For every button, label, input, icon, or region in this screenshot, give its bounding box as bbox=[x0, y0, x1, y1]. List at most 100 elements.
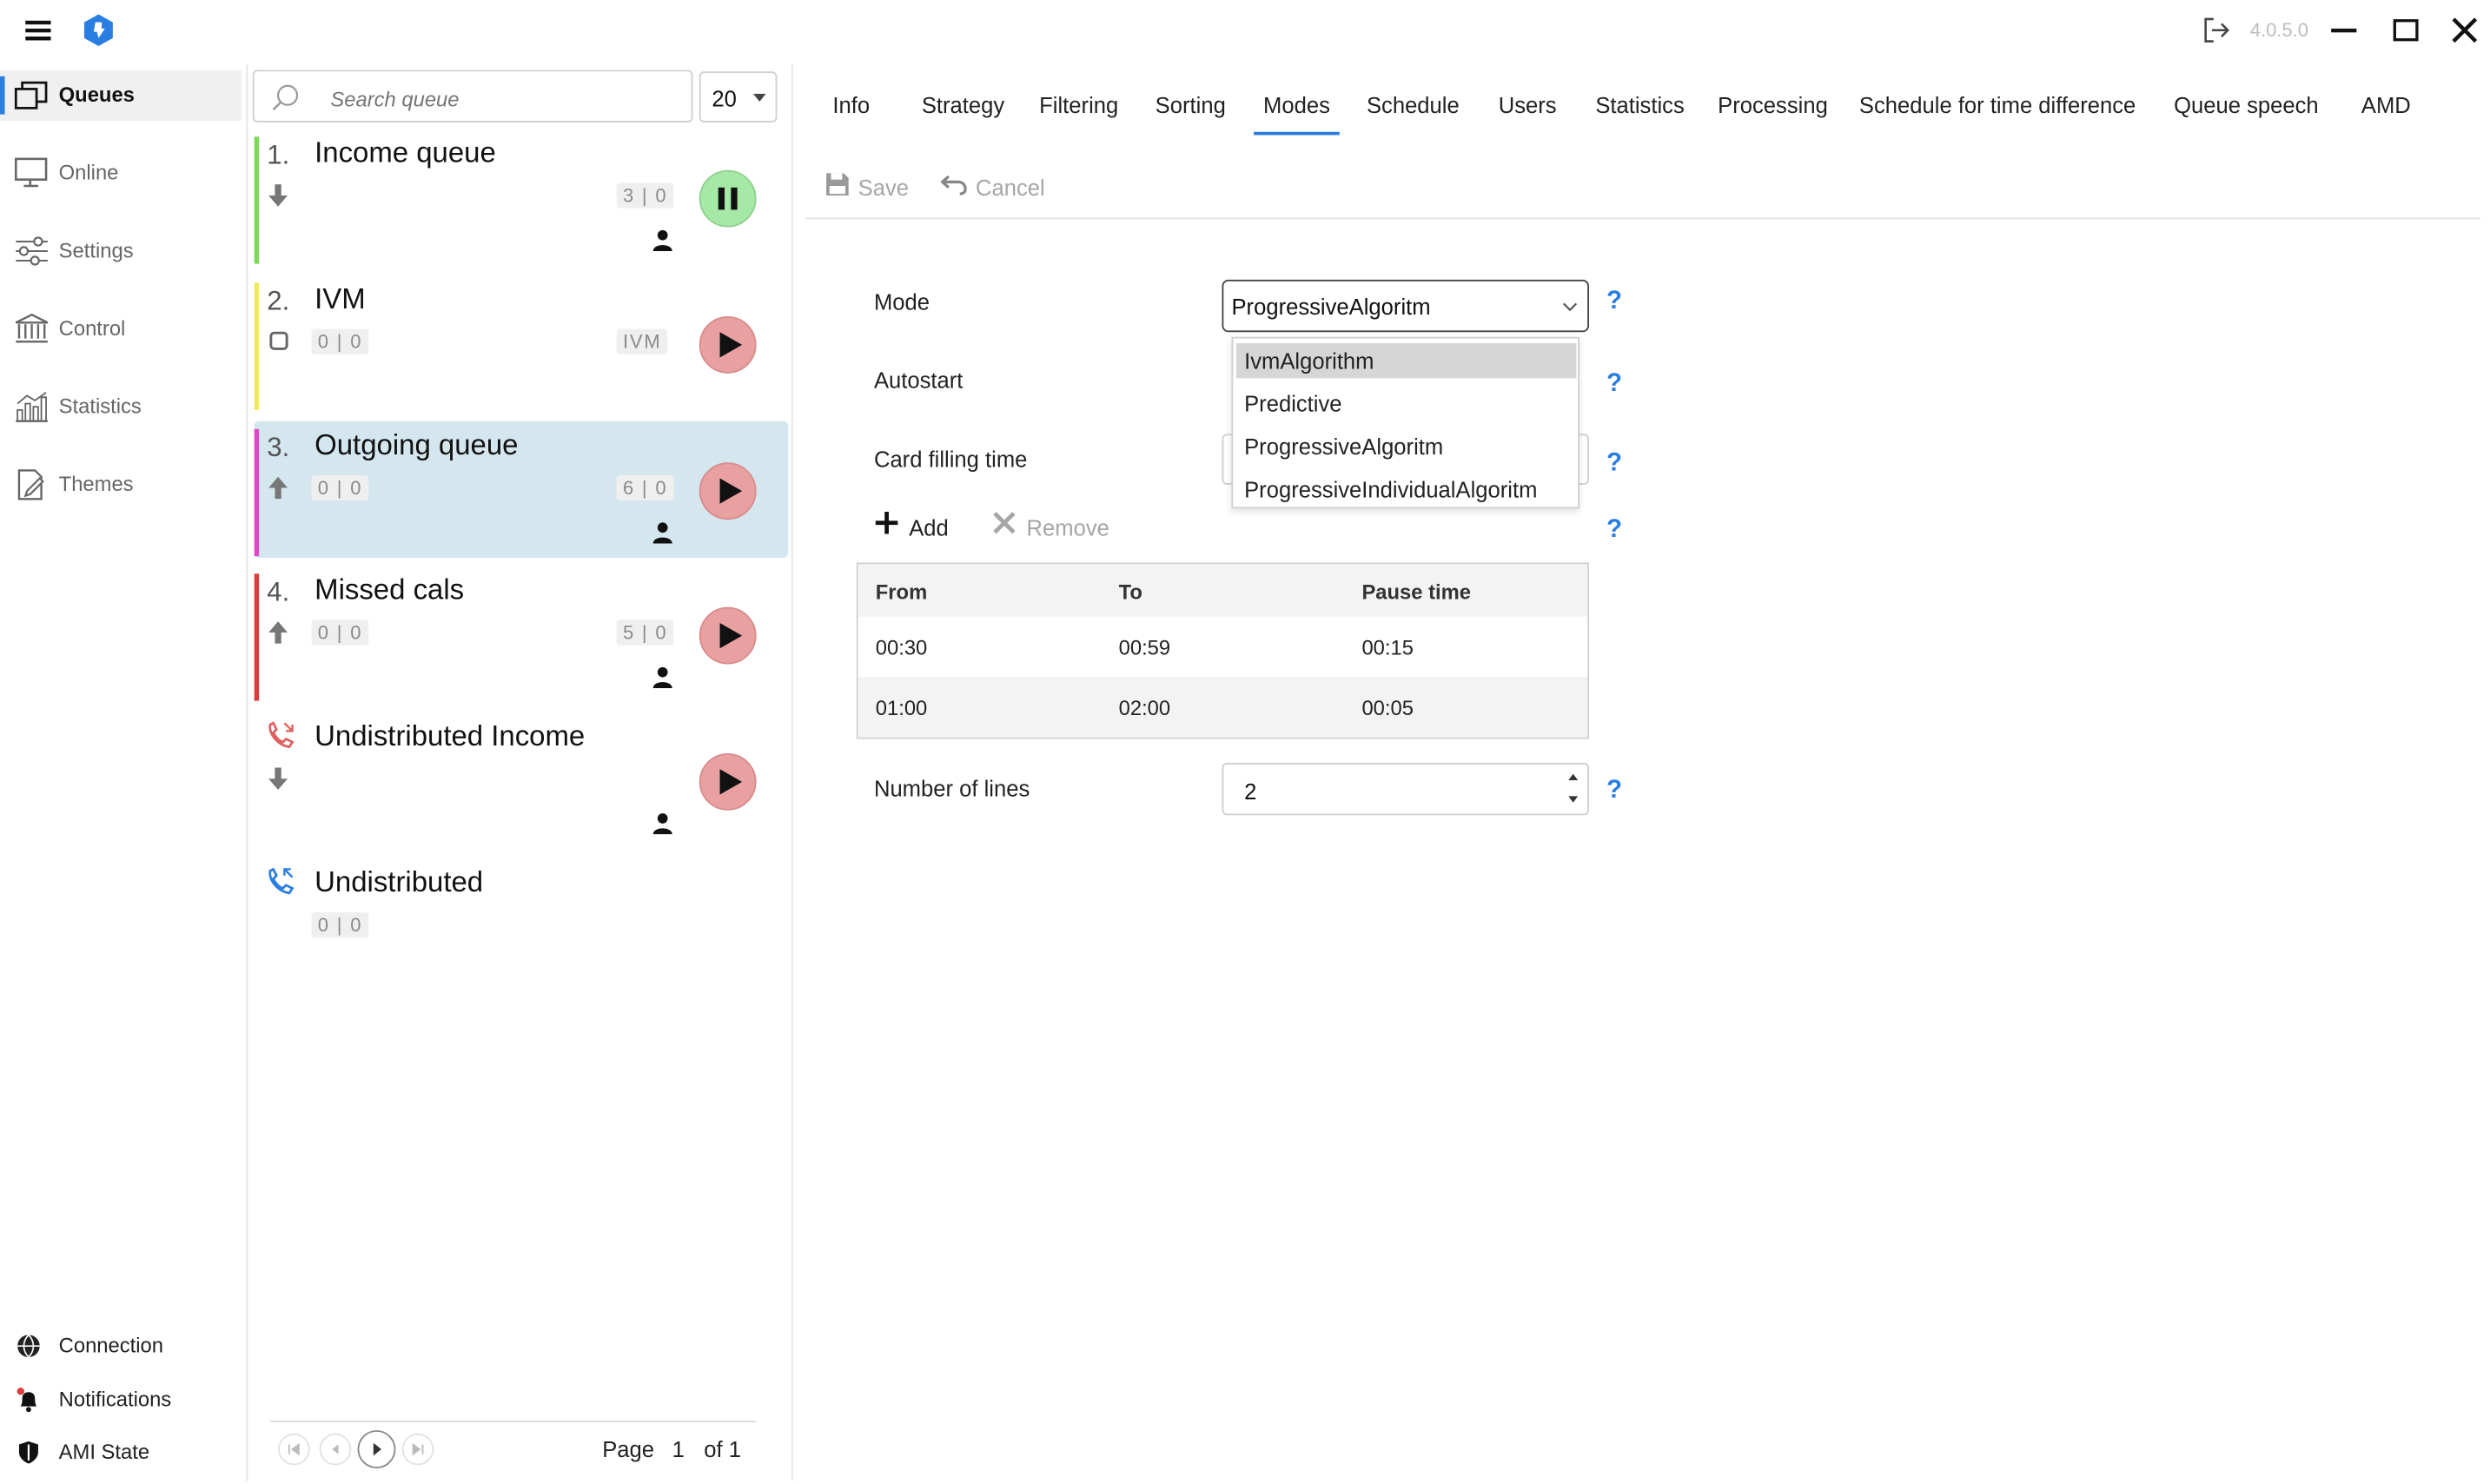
queue-right-count: 6 | 0 bbox=[616, 474, 674, 501]
autostart-help-icon[interactable]: ? bbox=[1606, 370, 1622, 399]
save-button[interactable]: Save bbox=[823, 170, 918, 202]
tab-info[interactable]: Info bbox=[832, 92, 870, 117]
tab-sorting[interactable]: Sorting bbox=[1156, 92, 1226, 117]
mode-select[interactable]: ProgressiveAlgoritm bbox=[1222, 279, 1589, 333]
cancel-button[interactable]: Cancel bbox=[940, 170, 1052, 202]
remove-button[interactable]: Remove bbox=[991, 508, 1112, 543]
remove-label: Remove bbox=[1026, 514, 1109, 540]
queue-item-undistributed-income[interactable]: Undistributed Income bbox=[255, 720, 789, 857]
notifications[interactable]: Notifications bbox=[0, 1381, 242, 1419]
ami-state[interactable]: AMI State bbox=[0, 1434, 242, 1472]
tab-statistics[interactable]: Statistics bbox=[1595, 92, 1684, 117]
mode-dropdown-list: IvmAlgorithm Predictive ProgressiveAlgor… bbox=[1231, 336, 1580, 509]
queue-item-undistributed[interactable]: Undistributed 0 | 0 bbox=[255, 866, 789, 1003]
queue-item-outgoing[interactable]: 3. Outgoing queue 0 | 0 6 | 0 bbox=[254, 421, 789, 558]
menu-icon[interactable] bbox=[23, 16, 55, 44]
queue-number: 3. bbox=[267, 432, 290, 463]
header-pause-time[interactable]: Pause time bbox=[1361, 580, 1471, 604]
cell-from: 00:30 bbox=[875, 635, 928, 660]
plus-icon bbox=[875, 511, 898, 534]
table-row[interactable]: 00:30 00:59 00:15 bbox=[858, 616, 1588, 678]
close-icon[interactable] bbox=[2448, 14, 2480, 46]
header-from[interactable]: From bbox=[876, 580, 927, 604]
card-filling-time-label: Card filling time bbox=[873, 446, 1028, 473]
x-icon bbox=[993, 512, 1016, 534]
play-button[interactable] bbox=[699, 752, 757, 811]
tab-modes[interactable]: Modes bbox=[1254, 92, 1340, 136]
queue-left-count: 0 | 0 bbox=[311, 474, 369, 501]
queue-title: Income queue bbox=[315, 136, 496, 169]
nav-item-statistics[interactable]: Statistics bbox=[0, 381, 242, 433]
pager-prev-button[interactable] bbox=[319, 1433, 352, 1466]
tab-schedule-time-difference[interactable]: Schedule for time difference bbox=[1859, 92, 2136, 117]
tab-queue-speech[interactable]: Queue speech bbox=[2174, 92, 2319, 117]
dropdown-option-ivm[interactable]: IvmAlgorithm bbox=[1235, 343, 1577, 379]
play-button[interactable] bbox=[699, 315, 757, 374]
pause-table: From To Pause time 00:30 00:59 00:15 01:… bbox=[856, 562, 1589, 739]
add-label: Add bbox=[909, 514, 949, 540]
header-to[interactable]: To bbox=[1119, 580, 1142, 604]
nav-item-queues[interactable]: Queues bbox=[0, 70, 242, 122]
page-size-select[interactable]: 20 bbox=[699, 71, 778, 123]
number-of-lines-stepper[interactable]: 2 bbox=[1222, 762, 1589, 816]
pager-last-button[interactable] bbox=[401, 1433, 434, 1466]
dropdown-option-progressive-individual[interactable]: ProgressiveIndividualAlgoritm bbox=[1236, 472, 1576, 507]
tab-schedule[interactable]: Schedule bbox=[1367, 92, 1460, 117]
play-icon bbox=[719, 622, 743, 649]
arrow-up-icon bbox=[268, 476, 288, 500]
pager-page-number[interactable]: 1 bbox=[672, 1436, 685, 1461]
cell-to: 02:00 bbox=[1118, 696, 1171, 720]
chevron-down-icon bbox=[1562, 301, 1578, 314]
nav-label: Online bbox=[58, 160, 119, 185]
bottom-label: Notifications bbox=[58, 1387, 172, 1412]
dropdown-option-progressive[interactable]: ProgressiveAlgoritm bbox=[1236, 429, 1576, 464]
pause-table-help-icon[interactable]: ? bbox=[1606, 516, 1622, 545]
nav-item-settings[interactable]: Settings bbox=[0, 226, 242, 277]
stepper-up-icon[interactable] bbox=[1566, 771, 1581, 784]
queue-item-income[interactable]: 1. Income queue 3 | 0 bbox=[254, 136, 789, 273]
queue-number: 1. bbox=[267, 139, 290, 170]
queue-item-ivm[interactable]: 2. IVM 0 | 0 IVM bbox=[254, 282, 789, 420]
tab-strategy[interactable]: Strategy bbox=[922, 92, 1004, 117]
table-row[interactable]: 01:00 02:00 00:05 bbox=[858, 677, 1588, 738]
search-box[interactable] bbox=[252, 70, 693, 123]
number-of-lines-value: 2 bbox=[1244, 778, 1257, 805]
maximize-icon[interactable] bbox=[2392, 16, 2420, 44]
edit-document-icon bbox=[14, 469, 49, 501]
add-button[interactable]: Add bbox=[874, 508, 957, 543]
mode-help-icon[interactable]: ? bbox=[1606, 288, 1622, 316]
arrow-up-icon bbox=[268, 621, 288, 644]
card-filling-help-icon[interactable]: ? bbox=[1606, 450, 1622, 479]
pager-first-button[interactable] bbox=[278, 1433, 310, 1466]
logout-icon[interactable] bbox=[2202, 16, 2231, 44]
floppy-icon bbox=[826, 173, 849, 195]
nav-item-themes[interactable]: Themes bbox=[0, 460, 242, 511]
bar-chart-icon bbox=[14, 391, 49, 423]
nav-item-online[interactable]: Online bbox=[0, 148, 242, 199]
queue-left-count: 0 | 0 bbox=[311, 328, 369, 354]
search-icon bbox=[270, 83, 302, 115]
tab-processing[interactable]: Processing bbox=[1718, 92, 1828, 117]
table-header: From To Pause time bbox=[858, 564, 1588, 617]
tab-amd[interactable]: AMD bbox=[2361, 92, 2411, 117]
pager-next-button[interactable] bbox=[357, 1430, 396, 1468]
page-size-value: 20 bbox=[712, 85, 737, 112]
search-input[interactable] bbox=[327, 81, 684, 116]
agent-icon bbox=[652, 666, 674, 688]
dropdown-option-predictive[interactable]: Predictive bbox=[1236, 386, 1576, 421]
tab-filtering[interactable]: Filtering bbox=[1039, 92, 1118, 117]
undo-icon bbox=[940, 175, 967, 195]
tab-users[interactable]: Users bbox=[1499, 92, 1557, 117]
pause-button[interactable] bbox=[699, 169, 757, 228]
queue-item-missed[interactable]: 4. Missed cals 0 | 0 5 | 0 bbox=[254, 573, 789, 710]
lines-help-icon[interactable]: ? bbox=[1606, 777, 1622, 805]
connection-status[interactable]: Connection bbox=[0, 1327, 242, 1365]
number-of-lines-label: Number of lines bbox=[873, 775, 1030, 801]
nav-item-control[interactable]: Control bbox=[0, 303, 242, 354]
play-button[interactable] bbox=[699, 606, 757, 665]
stepper-down-icon[interactable] bbox=[1566, 793, 1581, 806]
agent-icon bbox=[652, 812, 674, 835]
minimize-icon[interactable] bbox=[2329, 16, 2358, 44]
cancel-label: Cancel bbox=[976, 175, 1045, 201]
play-button[interactable] bbox=[699, 462, 757, 520]
